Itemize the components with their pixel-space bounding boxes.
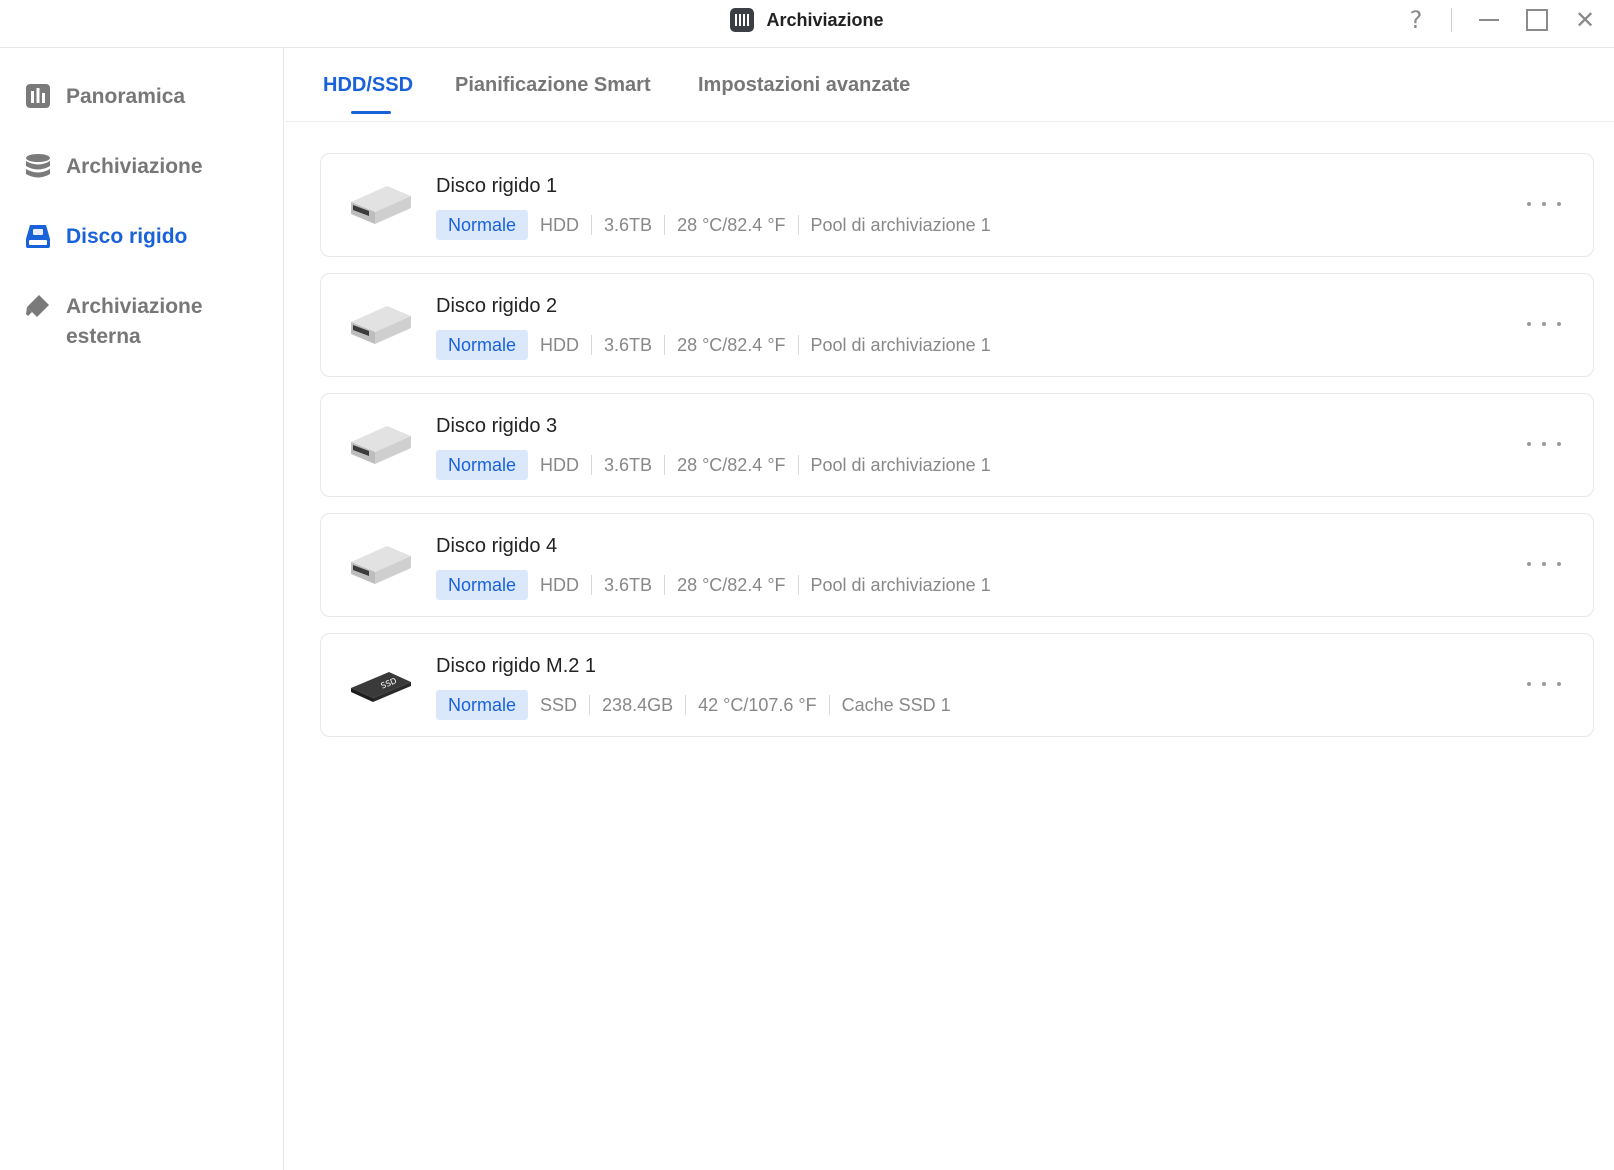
close-button[interactable]: ✕: [1569, 6, 1601, 34]
disk-size: 3.6TB: [591, 455, 664, 475]
hdd-icon: [349, 300, 413, 348]
disk-size: 3.6TB: [591, 215, 664, 235]
tab-impostazioni-avanzate[interactable]: Impostazioni avanzate: [698, 74, 910, 97]
sidebar-item-archiviazione-esterna[interactable]: Archiviazione esterna: [24, 292, 203, 352]
hdd-icon: [349, 420, 413, 468]
sidebar-item-panoramica[interactable]: Panoramica: [24, 82, 185, 112]
disk-pool: Cache SSD 1: [828, 695, 963, 715]
disk-pool: Pool di archiviazione 1: [797, 455, 1003, 475]
maximize-button[interactable]: [1521, 6, 1553, 34]
disk-name: Disco rigido 4: [436, 535, 558, 557]
disk-card[interactable]: Disco rigido 2 Normale HDD 3.6TB 28 °C/82.4 …: [320, 273, 1594, 377]
disk-pool: Pool di archiviazione 1: [797, 575, 1003, 595]
app-icon: [730, 8, 755, 32]
disk-type: HDD: [540, 335, 580, 355]
more-options-button[interactable]: [1527, 672, 1561, 696]
disk-card[interactable]: Disco rigido 4 Normale HDD 3.6TB 28 °C/82.4 …: [320, 513, 1594, 617]
status-badge: Normale: [436, 450, 529, 480]
sidebar-item-label: Disco rigido: [66, 225, 188, 248]
status-badge: Normale: [436, 690, 529, 720]
window-title-group: Archiviazione: [0, 0, 1614, 40]
sidebar-item-label: Archiviazione: [66, 155, 203, 178]
disk-name: Disco rigido 1: [436, 175, 558, 197]
sidebar-item-label-line2: esterna: [66, 325, 141, 348]
sidebar-item-label: Archiviazione: [66, 295, 203, 318]
sidebar-item-label-group: Archiviazione esterna: [66, 292, 203, 352]
disk-name: Disco rigido M.2 1: [436, 655, 597, 677]
disk-size: 3.6TB: [591, 335, 664, 355]
disk-type: HDD: [540, 575, 580, 595]
status-badge: Normale: [436, 570, 529, 600]
disk-pool: Pool di archiviazione 1: [797, 215, 1003, 235]
help-button[interactable]: ?: [1400, 6, 1432, 34]
tab-hdd-ssd[interactable]: HDD/SSD: [323, 74, 413, 97]
more-options-button[interactable]: [1527, 552, 1561, 576]
disk-meta: Normale HDD 3.6TB 28 °C/82.4 °F Pool di arch…: [436, 570, 1003, 600]
minimize-button[interactable]: [1473, 6, 1505, 34]
active-tab-indicator: [351, 111, 391, 114]
disk-size: 238.4GB: [589, 695, 685, 715]
ssd-icon: SSD: [349, 660, 413, 708]
status-badge: Normale: [436, 330, 529, 360]
usb-drive-icon: [24, 292, 52, 320]
tab-bar: HDD/SSD Pianificazione Smart Impostazion…: [285, 48, 1614, 122]
sidebar: Panoramica Archiviazione Disco rigido Ar…: [0, 48, 284, 1170]
bar-chart-icon: [24, 82, 52, 110]
disk-type: SSD: [540, 695, 578, 715]
disk-temperature: 42 °C/107.6 °F: [685, 695, 828, 715]
database-icon: [24, 152, 52, 180]
window-title: Archiviazione: [766, 9, 884, 30]
disk-meta: Normale HDD 3.6TB 28 °C/82.4 °F Pool di arch…: [436, 330, 1003, 360]
disk-temperature: 28 °C/82.4 °F: [664, 215, 797, 235]
sidebar-item-label: Panoramica: [66, 85, 186, 108]
hdd-icon: [349, 180, 413, 228]
disk-card[interactable]: Disco rigido 3 Normale HDD 3.6TB 28 °C/82.4 …: [320, 393, 1594, 497]
disk-temperature: 28 °C/82.4 °F: [664, 335, 797, 355]
disk-name: Disco rigido 3: [436, 415, 558, 437]
disk-pool: Pool di archiviazione 1: [797, 335, 1003, 355]
more-options-button[interactable]: [1527, 312, 1561, 336]
disk-card[interactable]: SSD Disco rigido M.2 1 Normale SSD 238.4GB 42…: [320, 633, 1594, 737]
sidebar-item-archiviazione[interactable]: Archiviazione: [24, 152, 203, 182]
disk-temperature: 28 °C/82.4 °F: [664, 455, 797, 475]
status-badge: Normale: [436, 210, 529, 240]
tab-pianificazione-smart[interactable]: Pianificazione Smart: [455, 74, 651, 97]
disk-size: 3.6TB: [591, 575, 664, 595]
disk-type: HDD: [540, 215, 580, 235]
disk-meta: Normale HDD 3.6TB 28 °C/82.4 °F Pool di arch…: [436, 210, 1003, 240]
more-options-button[interactable]: [1527, 192, 1561, 216]
sidebar-item-disco-rigido[interactable]: Disco rigido: [24, 222, 187, 252]
hdd-icon: [349, 540, 413, 588]
disk-type: HDD: [540, 455, 580, 475]
disk-meta: Normale SSD 238.4GB 42 °C/107.6 °F Cache SSD…: [436, 690, 963, 720]
disk-temperature: 28 °C/82.4 °F: [664, 575, 797, 595]
title-separator: [1451, 8, 1452, 32]
disk-card[interactable]: Disco rigido 1 Normale HDD 3.6TB 28 °C/82.4 …: [320, 153, 1594, 257]
more-options-button[interactable]: [1527, 432, 1561, 456]
hard-drive-icon: [24, 222, 52, 250]
title-bar: Archiviazione ? ✕: [0, 0, 1614, 48]
disk-meta: Normale HDD 3.6TB 28 °C/82.4 °F Pool di arch…: [436, 450, 1003, 480]
disk-name: Disco rigido 2: [436, 295, 558, 317]
